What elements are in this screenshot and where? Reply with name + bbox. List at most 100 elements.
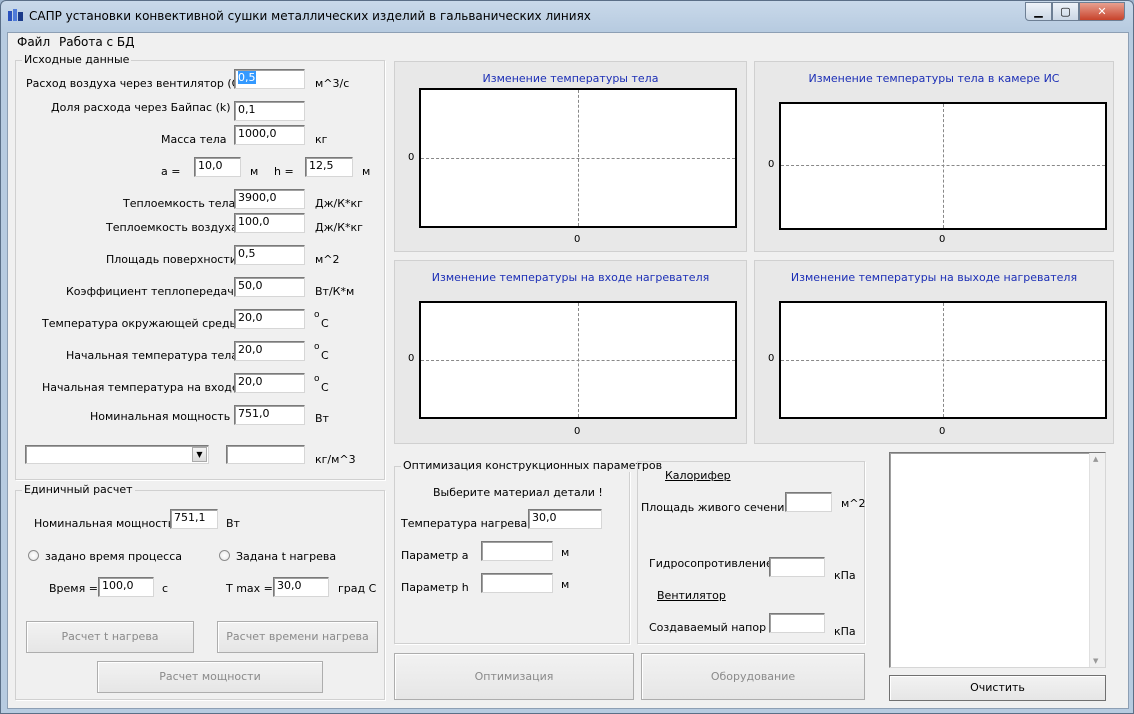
mass-input[interactable]: 1000,0 (234, 125, 305, 145)
tmax-input[interactable]: 30,0 (273, 577, 329, 597)
radio-time-given-label[interactable]: задано время процесса (45, 550, 182, 563)
heat-capacity-body-label: Теплоемкость тела (123, 197, 236, 210)
scroll-up-icon[interactable]: ▲ (1093, 455, 1098, 463)
single-power-input[interactable]: 751,1 (170, 509, 218, 529)
initial-inlet-deg-o: o (314, 374, 320, 384)
heat-temp-input[interactable]: 30,0 (528, 509, 602, 529)
y-tick-zero: 0 (408, 353, 415, 364)
surface-input[interactable]: 0,5 (234, 245, 305, 265)
initial-body-temp-input[interactable]: 20,0 (234, 341, 305, 361)
app-icon (8, 9, 24, 23)
surface-unit: м^2 (315, 253, 340, 266)
chart-body-temp-plot (419, 88, 737, 228)
menu-database[interactable]: Работа с БД (59, 35, 135, 49)
calc-t-button[interactable]: Расчет t нагрева (26, 621, 194, 653)
hydro-resistance-input[interactable] (769, 557, 825, 577)
chart-chamber-temp-plot (779, 102, 1107, 230)
fan-label: Вентилятор (657, 589, 726, 602)
air-flow-label: Расход воздуха через вентилятор (G) = (26, 77, 258, 90)
h-input[interactable]: 12,5 (305, 157, 353, 177)
single-power-label: Номинальная мощность (34, 517, 175, 530)
h-label: h = (274, 165, 294, 178)
pressure-head-unit: кПа (834, 625, 856, 638)
gridline-h (781, 360, 1105, 361)
param-a-input[interactable] (481, 541, 553, 561)
gridline-h (421, 360, 735, 361)
heat-transfer-input[interactable]: 50,0 (234, 277, 305, 297)
chart-outlet-temp: Изменение температуры на выходе нагреват… (754, 260, 1114, 444)
initial-inlet-temp-input[interactable]: 20,0 (234, 373, 305, 393)
initial-body-deg-c: C (321, 349, 329, 362)
minimize-button[interactable]: ▁ (1025, 2, 1052, 21)
chart-outlet-temp-plot (779, 301, 1107, 419)
air-flow-unit: м^3/с (315, 77, 350, 90)
hydro-resistance-unit: кПа (834, 569, 856, 582)
time-input[interactable]: 100,0 (98, 577, 154, 597)
radio-t-given[interactable] (219, 550, 230, 561)
h-unit: м (362, 165, 371, 178)
optimization-button[interactable]: Оптимизация (394, 653, 634, 700)
x-tick-zero: 0 (574, 426, 581, 437)
tmax-label: T max = (226, 582, 273, 595)
gridline-h (781, 165, 1105, 166)
optimization-group-title: Оптимизация конструкционных параметров (401, 459, 665, 472)
param-h-label: Параметр h (401, 581, 469, 594)
x-tick-zero: 0 (939, 234, 946, 245)
tmax-unit: град С (338, 582, 377, 595)
heat-capacity-body-input[interactable]: 3900,0 (234, 189, 305, 209)
clear-button[interactable]: Очистить (889, 675, 1106, 701)
close-button[interactable]: ✕ (1079, 2, 1125, 21)
chart-outlet-temp-title: Изменение температуры на выходе нагреват… (790, 271, 1078, 284)
air-flow-value: 0,5 (238, 71, 256, 84)
hydro-resistance-label: Гидросопротивление (649, 557, 773, 570)
chevron-down-icon[interactable]: ▼ (192, 447, 207, 462)
material-select[interactable]: ▼ (25, 445, 209, 464)
gridline-h (421, 158, 735, 159)
bypass-input[interactable]: 0,1 (234, 101, 305, 121)
chart-inlet-temp-plot (419, 301, 737, 419)
window-title: САПР установки конвективной сушки металл… (29, 9, 591, 23)
gridline-v (943, 104, 944, 228)
scroll-down-icon[interactable]: ▼ (1093, 657, 1098, 665)
param-h-unit: м (561, 578, 570, 591)
a-input[interactable]: 10,0 (194, 157, 241, 177)
results-listbox[interactable]: ▲ ▼ (889, 452, 1106, 668)
pressure-head-input[interactable] (769, 613, 825, 633)
initial-body-temp-label: Начальная температура тела = (66, 349, 251, 362)
section-area-input[interactable] (785, 492, 832, 512)
surface-label: Площадь поверхности (106, 253, 237, 266)
chart-body-temp: Изменение температуры тела 0 0 (394, 61, 747, 252)
nominal-power-input[interactable]: 751,0 (234, 405, 305, 425)
listbox-scrollbar[interactable]: ▲ ▼ (1089, 453, 1105, 667)
air-flow-input[interactable]: 0,5 (234, 69, 305, 89)
initial-inlet-temp-label: Начальная температура на входе = (42, 381, 252, 394)
heat-capacity-body-unit: Дж/К*кг (315, 197, 363, 210)
maximize-button[interactable]: ▢ (1052, 2, 1079, 21)
density-input[interactable] (226, 445, 305, 464)
heat-transfer-label: Коэффициент теплопередачи = (66, 285, 254, 298)
param-a-label: Параметр a (401, 549, 469, 562)
mass-label: Масса тела (161, 133, 227, 146)
time-label: Время = (49, 582, 98, 595)
radio-t-given-label[interactable]: Задана t нагрева (236, 550, 336, 563)
y-tick-zero: 0 (408, 152, 415, 163)
heat-capacity-air-label: Теплоемкость воздуха (106, 221, 238, 234)
calc-power-button[interactable]: Расчет мощности (97, 661, 323, 693)
mass-unit: кг (315, 133, 328, 146)
choose-material-label: Выберите материал детали ! (433, 486, 603, 499)
radio-time-given[interactable] (28, 550, 39, 561)
nominal-power-label: Номинальная мощность = (90, 410, 243, 423)
calc-time-button[interactable]: Расчет времени нагрева (217, 621, 378, 653)
equipment-button[interactable]: Оборудование (641, 653, 865, 700)
heat-capacity-air-input[interactable]: 100,0 (234, 213, 305, 233)
chart-inlet-temp-title: Изменение температуры на входе нагревате… (431, 271, 710, 284)
y-tick-zero: 0 (768, 353, 775, 364)
ambient-temp-input[interactable]: 20,0 (234, 309, 305, 329)
menu-bar: Файл Работа с БД (8, 33, 1128, 52)
app-window: САПР установки конвективной сушки металл… (0, 0, 1134, 714)
client-area: Файл Работа с БД Исходные данные Расход … (7, 32, 1129, 709)
param-h-input[interactable] (481, 573, 553, 593)
x-tick-zero: 0 (939, 426, 946, 437)
initial-body-deg-o: o (314, 342, 320, 352)
menu-file[interactable]: Файл (17, 35, 50, 49)
